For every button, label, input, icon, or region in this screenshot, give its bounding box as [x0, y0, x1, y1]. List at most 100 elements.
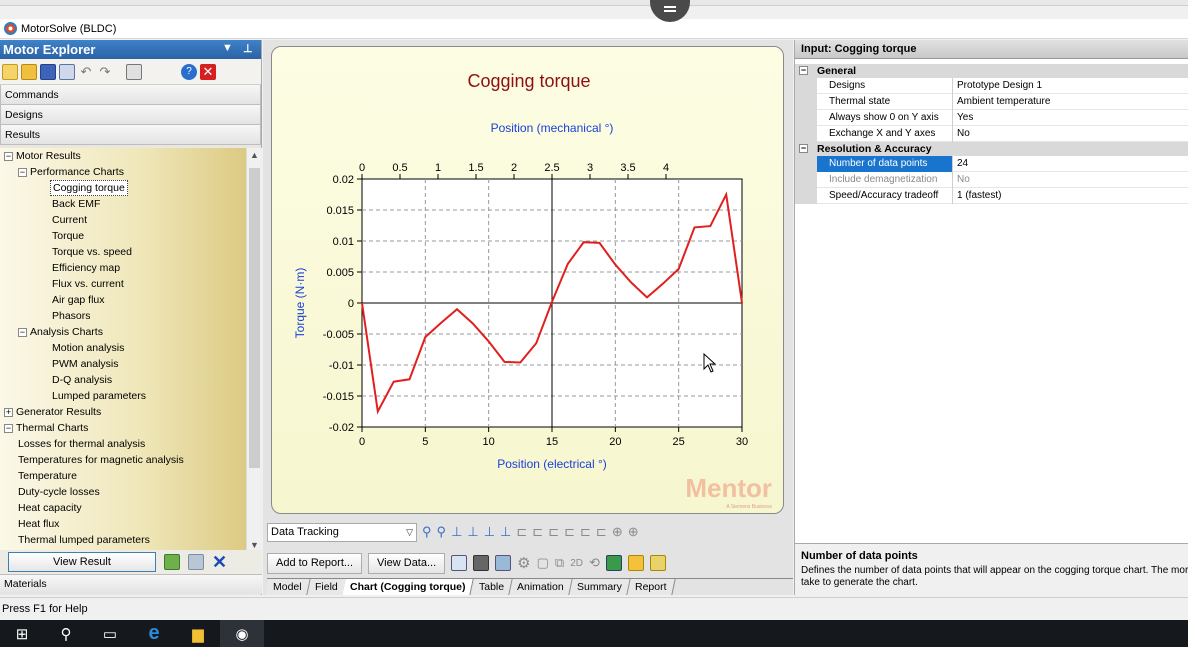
general-category[interactable]: − General	[795, 64, 1188, 78]
tree-item-result[interactable]: D-Q analysis	[52, 372, 112, 388]
export-result-icon[interactable]	[164, 554, 180, 570]
scroll-up-icon[interactable]: ▲	[250, 150, 259, 160]
delete-result-icon[interactable]: ✕	[212, 553, 228, 571]
tab-item[interactable]: Model	[265, 579, 311, 595]
scroll-down-icon[interactable]: ▼	[250, 540, 259, 550]
tree-item-result[interactable]: Torque	[52, 228, 84, 244]
data-tracking-select[interactable]: Data Tracking ▽	[267, 522, 417, 542]
panel-dropdown-icon[interactable]: ▼	[222, 42, 233, 54]
property-value[interactable]: 24	[955, 156, 968, 171]
pan-up-icon[interactable]: ⊏	[548, 524, 559, 540]
import-result-icon[interactable]	[188, 554, 204, 570]
tree-item-result[interactable]: PWM analysis	[52, 356, 119, 372]
fit-width-icon[interactable]: ⊏	[580, 524, 591, 540]
designs-section[interactable]: Designs	[0, 105, 261, 125]
tab-item[interactable]: Animation	[509, 579, 573, 595]
collapse-icon[interactable]: −	[4, 423, 13, 433]
task-view-icon[interactable]: ▭	[88, 620, 132, 647]
property-row[interactable]: Designs Prototype Design 1	[795, 78, 1188, 94]
tree-item-group[interactable]: Heat capacity	[18, 500, 82, 516]
property-row[interactable]: Speed/Accuracy tradeoff 1 (fastest)	[795, 188, 1188, 204]
collapse-icon[interactable]: −	[799, 66, 808, 75]
results-section[interactable]: Results	[0, 125, 261, 145]
tree-item-group[interactable]: Temperatures for magnetic analysis	[18, 452, 184, 468]
view-data-button[interactable]: View Data...	[368, 552, 446, 574]
property-row[interactable]: Include demagnetization No	[795, 172, 1188, 188]
tree-item-result[interactable]: Cogging torque	[50, 180, 128, 196]
cogging-torque-chart[interactable]: 0.02 0.015 0.01 0.005 0 -0.005 -0.01 -0.015 -0.0…	[272, 47, 784, 514]
properties-icon[interactable]	[126, 63, 142, 80]
resolution-category[interactable]: − Resolution & Accuracy	[795, 142, 1188, 156]
tree-item-group[interactable]: − Performance Charts	[18, 164, 124, 180]
tab-item[interactable]: Table	[471, 579, 513, 595]
tree-item-group[interactable]: + Generator Results	[4, 404, 101, 420]
property-row[interactable]: Number of data points 24	[795, 156, 1188, 172]
crosshair-alt-icon[interactable]: ⊕	[628, 524, 639, 540]
motorsolve-taskbar-icon[interactable]: ◉	[220, 620, 264, 647]
tree-item-result[interactable]: Current	[52, 212, 87, 228]
tree-item-result[interactable]: Flux vs. current	[52, 276, 124, 292]
tab-item[interactable]: Field	[306, 579, 347, 595]
scroll-thumb[interactable]	[249, 168, 260, 468]
property-value[interactable]: 1 (fastest)	[955, 188, 1001, 203]
tree-item-group[interactable]: − Analysis Charts	[18, 324, 103, 340]
close-icon[interactable]: ✕	[200, 63, 216, 80]
print-icon[interactable]	[473, 555, 490, 571]
windows-start-icon[interactable]: ⊞	[0, 620, 44, 647]
expand-icon[interactable]: +	[4, 407, 13, 417]
frame-icon[interactable]: ▢	[537, 555, 549, 571]
property-value[interactable]: Ambient temperature	[955, 94, 1050, 109]
collapse-icon[interactable]: −	[4, 151, 13, 161]
collapse-icon[interactable]: −	[18, 327, 27, 337]
tab-item[interactable]: Chart (Cogging torque)	[342, 579, 475, 595]
tree-item-result[interactable]: Lumped parameters	[52, 388, 146, 404]
3d-rotate-icon[interactable]: ⟲	[589, 555, 600, 571]
settings-gear-icon[interactable]: ⚙	[517, 554, 530, 572]
tree-item-result[interactable]: Air gap flux	[52, 292, 105, 308]
tree-item-group[interactable]: Duty-cycle losses	[18, 484, 100, 500]
tree-item-result[interactable]: Phasors	[52, 308, 91, 324]
color-map-icon[interactable]	[605, 555, 622, 571]
tree-item-result[interactable]: Efficiency map	[52, 260, 120, 276]
tree-item-group[interactable]: Heat flux	[18, 516, 59, 532]
help-icon[interactable]: ?	[181, 63, 197, 80]
tree-item-group[interactable]: − Motor Results	[4, 148, 81, 164]
layout-icon[interactable]: ⧉	[555, 555, 564, 571]
file-explorer-icon[interactable]: ▆	[176, 620, 220, 647]
zoom-in-icon[interactable]: ⚲	[422, 524, 432, 540]
tree-item-result[interactable]: Torque vs. speed	[52, 244, 132, 260]
tree-item-group[interactable]: Losses for thermal analysis	[18, 436, 145, 452]
new-design-icon[interactable]	[2, 63, 18, 80]
collapse-icon[interactable]: −	[799, 144, 808, 153]
property-value[interactable]: No	[955, 172, 970, 187]
tree-item-group[interactable]: Temperature	[18, 468, 77, 484]
property-value[interactable]: No	[955, 126, 970, 141]
2d-view-icon[interactable]: 2D	[570, 558, 583, 569]
view-result-button[interactable]: View Result	[8, 552, 156, 572]
tab-item[interactable]: Summary	[568, 579, 631, 595]
chart-edit-icon[interactable]	[451, 555, 468, 571]
pin-icon[interactable]: ⊥	[243, 42, 253, 55]
undo-icon[interactable]: ↶	[78, 64, 94, 80]
tab-item[interactable]: Report	[626, 579, 675, 595]
tree-item-result[interactable]: Motion analysis	[52, 340, 124, 356]
property-row[interactable]: Always show 0 on Y axis Yes	[795, 110, 1188, 126]
redo-icon[interactable]: ↷	[97, 64, 113, 80]
tree-scrollbar[interactable]: ▲ ▼	[246, 148, 262, 578]
pan-down-icon[interactable]: ⊏	[564, 524, 575, 540]
property-row[interactable]: Exchange X and Y axes No	[795, 126, 1188, 142]
search-icon[interactable]: ⚲	[44, 620, 88, 647]
open-folder-icon[interactable]	[21, 63, 37, 80]
chart-options-icon[interactable]	[627, 555, 644, 571]
legend-icon[interactable]	[649, 555, 666, 571]
collapse-icon[interactable]: −	[18, 167, 27, 177]
tree-item-result[interactable]: Back EMF	[52, 196, 100, 212]
tree-item-group[interactable]: Thermal lumped parameters	[18, 532, 150, 548]
property-value[interactable]: Prototype Design 1	[955, 78, 1042, 93]
pan-left-icon[interactable]: ⊏	[516, 524, 527, 540]
save-icon[interactable]	[40, 63, 56, 80]
y-axis-zoom-icon[interactable]: ⊥	[484, 524, 495, 540]
property-row[interactable]: Thermal state Ambient temperature	[795, 94, 1188, 110]
copy-chart-icon[interactable]	[495, 555, 512, 571]
save-as-icon[interactable]	[59, 63, 75, 80]
